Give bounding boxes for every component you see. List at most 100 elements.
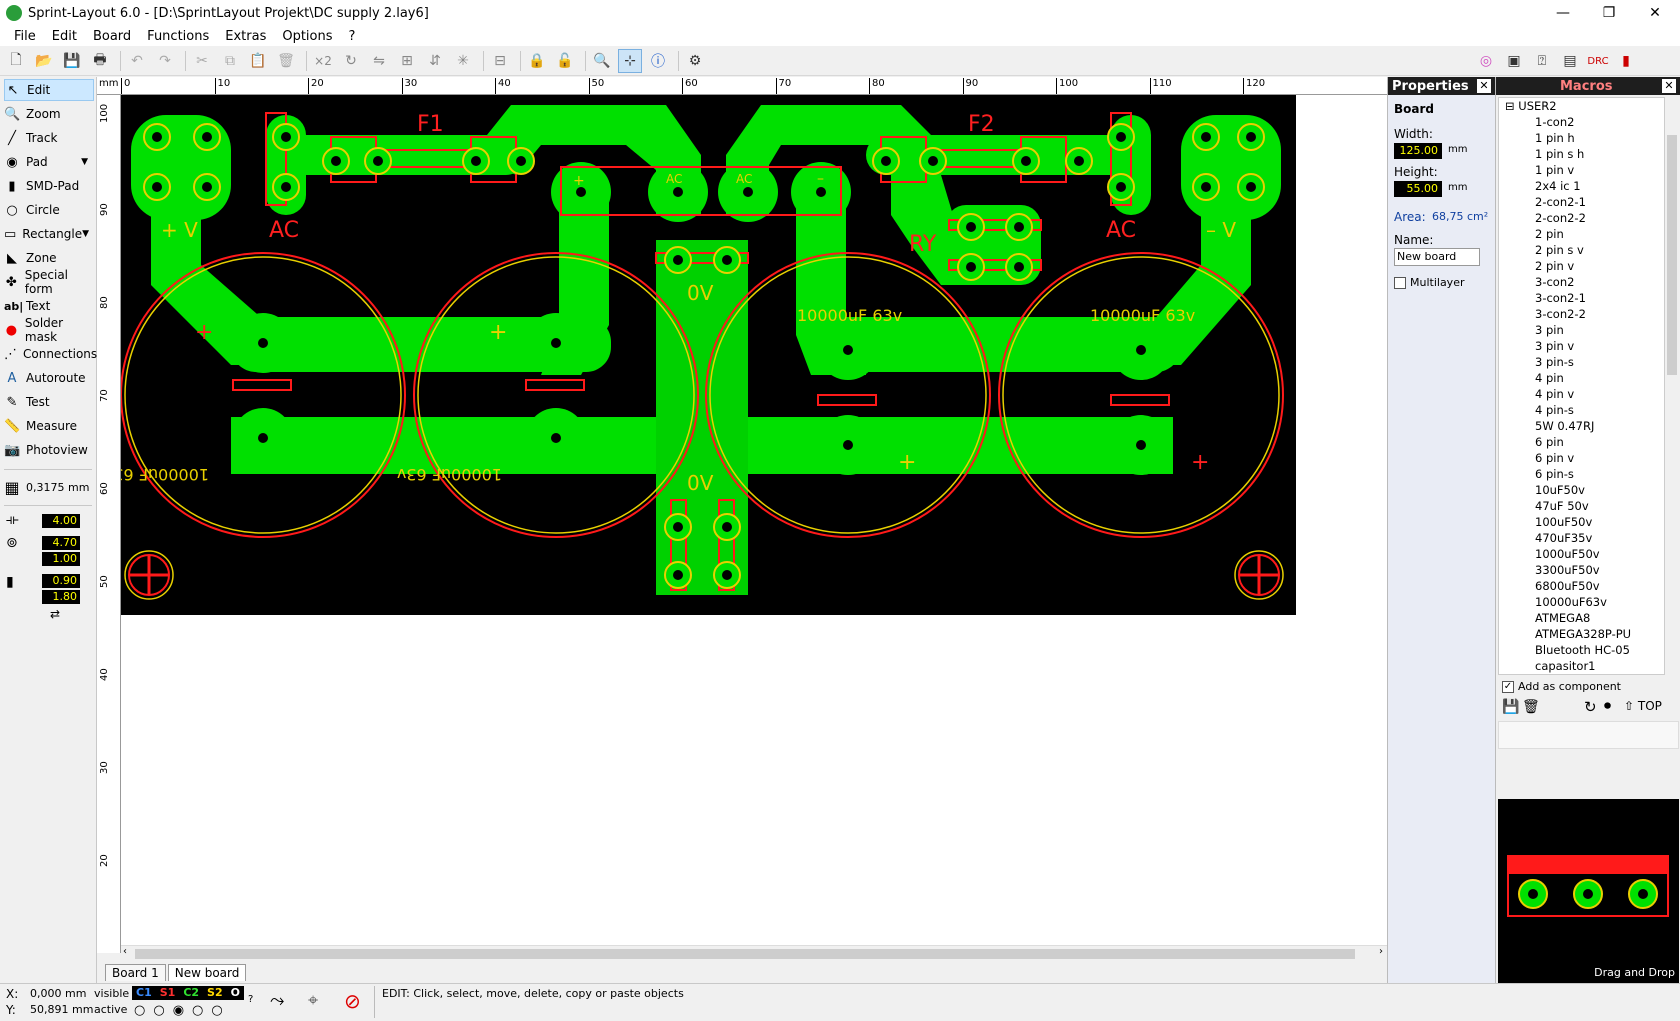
top-layer-button[interactable]: ⇧ TOP — [1624, 699, 1662, 713]
macro-item[interactable]: ATMEGA328P-PU — [1499, 626, 1664, 642]
layer-c1[interactable]: C1 — [136, 986, 152, 1000]
macro-item[interactable]: 4 pin — [1499, 370, 1664, 386]
tool-smd-pad[interactable]: ▮ SMD-Pad — [4, 175, 94, 197]
horizontal-scrollbar[interactable]: ‹ › — [121, 945, 1387, 961]
macro-item[interactable]: 2x4 ic 1 — [1499, 178, 1664, 194]
track-routing-icon[interactable]: ⤳ — [270, 990, 284, 1011]
redo-icon[interactable]: ↷ — [153, 49, 177, 73]
tool-text[interactable]: ab| Text — [4, 295, 94, 317]
undo-icon[interactable]: ↶ — [125, 49, 149, 73]
tool-rectangle[interactable]: ▭ Rectangle ▼ — [4, 223, 94, 245]
mirror-v-icon[interactable]: ⇵ — [423, 49, 447, 73]
macro-item[interactable]: 5W 0.47RJ — [1499, 418, 1664, 434]
tool-special-form[interactable]: ✤ Special form — [4, 268, 94, 296]
lock-icon[interactable]: 🔒 — [525, 49, 549, 73]
macro-item[interactable]: 10uF50v — [1499, 482, 1664, 498]
macro-item[interactable]: 6 pin-s — [1499, 466, 1664, 482]
layer-c2[interactable]: C2 — [183, 986, 199, 1000]
macro-item[interactable]: 1-con2 — [1499, 114, 1664, 130]
tool-solder-mask[interactable]: ● Solder mask — [4, 316, 94, 344]
copy-icon[interactable]: ⧉ — [218, 49, 242, 73]
align-icon[interactable]: ⊞ — [395, 49, 419, 73]
swap-icon[interactable]: ⇄ — [50, 607, 60, 621]
tool-connections[interactable]: ⋰ Connections — [4, 343, 97, 365]
macro-item[interactable]: capasitor1 — [1499, 658, 1664, 674]
connection-mode-icon[interactable]: ⊹ — [618, 48, 642, 73]
macro-item[interactable]: 1000uF50v — [1499, 546, 1664, 562]
macro-item[interactable]: 3300uF50v — [1499, 562, 1664, 578]
grid-selector[interactable]: ▦ 0,3175 mm — [4, 476, 94, 498]
print-icon[interactable]: 🖶 — [88, 49, 112, 73]
tool-autoroute[interactable]: A Autoroute — [4, 367, 94, 389]
macro-scrollbar[interactable] — [1665, 97, 1679, 675]
board-name-input[interactable]: New board — [1394, 248, 1480, 266]
save-icon[interactable]: 💾 — [60, 49, 84, 73]
menu-extras[interactable]: Extras — [217, 29, 274, 44]
macro-item[interactable]: 3-con2 — [1499, 274, 1664, 290]
no-connection-icon[interactable]: ⊘ — [344, 989, 361, 1013]
menu-help[interactable]: ? — [341, 29, 364, 44]
maximize-button[interactable]: ❐ — [1586, 0, 1632, 26]
macro-item[interactable]: 6 pin — [1499, 434, 1664, 450]
radio-o[interactable]: ○ — [211, 1003, 222, 1018]
chevron-down-icon[interactable]: ▼ — [81, 157, 88, 167]
tab-new-board[interactable]: New board — [167, 964, 247, 981]
menu-edit[interactable]: Edit — [44, 29, 85, 44]
tool-circle[interactable]: ○ Circle — [4, 199, 94, 221]
help-query-icon[interactable]: ⍰ — [1530, 49, 1554, 73]
layer-s1[interactable]: S1 — [160, 986, 176, 1000]
layer-o[interactable]: O — [231, 986, 240, 1000]
macro-item[interactable]: 2 pin v — [1499, 258, 1664, 274]
macro-item[interactable]: 47uF 50v — [1499, 498, 1664, 514]
multilayer-checkbox[interactable] — [1394, 277, 1406, 289]
smd-height-field[interactable]: 1.80 — [42, 590, 80, 604]
macro-item[interactable]: 1 pin s h — [1499, 146, 1664, 162]
mirror-h-icon[interactable]: ⇋ — [367, 49, 391, 73]
scroll-right-icon[interactable]: › — [1379, 946, 1383, 957]
duplicate-icon[interactable]: ×2 — [311, 49, 335, 73]
menu-options[interactable]: Options — [274, 29, 340, 44]
radio-c1[interactable]: ○ — [134, 1003, 145, 1018]
pad-outer-field[interactable]: 4.70 — [42, 536, 80, 550]
close-icon[interactable]: ✕ — [1477, 79, 1491, 93]
snap-icon[interactable]: ✳ — [451, 49, 475, 73]
macro-item[interactable]: 3 pin — [1499, 322, 1664, 338]
macro-item[interactable]: 2-con2-2 — [1499, 210, 1664, 226]
zoom-icon[interactable]: 🔍 — [590, 49, 614, 73]
layer-s2[interactable]: S2 — [207, 986, 223, 1000]
add-as-component-checkbox[interactable]: ✓ — [1502, 681, 1514, 693]
tool-track[interactable]: ╱ Track — [4, 127, 94, 149]
macro-item[interactable]: 1 pin v — [1499, 162, 1664, 178]
board-canvas[interactable]: F1 F2 AC AC RY + V – V AC AC 0V 0V 10000… — [121, 95, 1387, 945]
rotate-macro-icon[interactable]: ↻ — [1584, 698, 1597, 716]
smd-width-field[interactable]: 0.90 — [42, 574, 80, 588]
scroll-thumb[interactable] — [135, 949, 1355, 959]
r1-icon[interactable]: ▣ — [1502, 49, 1526, 73]
menu-functions[interactable]: Functions — [139, 29, 217, 44]
height-field[interactable]: 55.00 — [1394, 181, 1442, 197]
macro-item[interactable]: 2 pin — [1499, 226, 1664, 242]
pad-inner-field[interactable]: 1.00 — [42, 552, 80, 566]
pad-check-icon[interactable]: ◎ — [1474, 49, 1498, 73]
drc-icon[interactable]: DRC — [1586, 49, 1610, 73]
pcb-layout[interactable]: F1 F2 AC AC RY + V – V AC AC 0V 0V 10000… — [121, 95, 1387, 945]
tool-test[interactable]: ✎ Test — [4, 391, 94, 413]
open-folder-icon[interactable]: 📂 — [32, 49, 56, 73]
macro-item[interactable]: Bluetooth HC-05 — [1499, 642, 1664, 658]
paste-icon[interactable]: 📋 — [246, 49, 270, 73]
macro-item[interactable]: 1 pin h — [1499, 130, 1664, 146]
macro-item[interactable]: 4 pin-s — [1499, 402, 1664, 418]
save-macro-icon[interactable]: 💾 — [1502, 699, 1519, 715]
cut-icon[interactable]: ✂ — [190, 49, 214, 73]
menu-board[interactable]: Board — [85, 29, 139, 44]
new-file-icon[interactable]: 🗋 — [4, 49, 28, 73]
track-width-field[interactable]: 4.00 — [42, 514, 80, 528]
macro-item[interactable]: 6 pin v — [1499, 450, 1664, 466]
chevron-down-icon[interactable]: ▼ — [82, 229, 89, 239]
tree-collapse-icon[interactable]: ⊟ — [1505, 99, 1515, 113]
minimize-button[interactable]: — — [1540, 0, 1586, 26]
tool-photoview[interactable]: 📷 Photoview — [4, 439, 94, 461]
footprint-icon[interactable]: ▤ — [1558, 49, 1582, 73]
settings-gear-icon[interactable]: ⚙ — [683, 49, 707, 73]
radio-s2[interactable]: ○ — [192, 1003, 203, 1018]
